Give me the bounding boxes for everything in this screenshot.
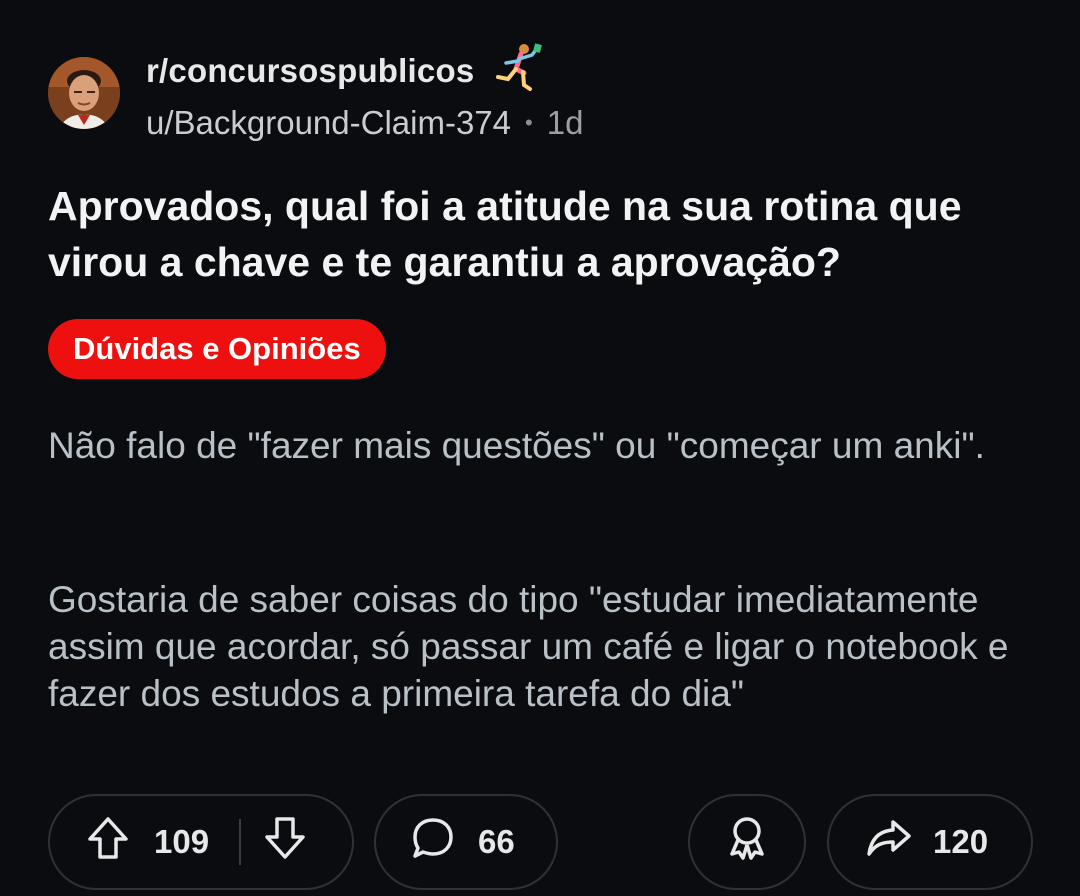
award-icon — [726, 814, 768, 870]
subreddit-name[interactable]: r/concursospublicos — [146, 52, 474, 90]
vote-pill: 109 — [48, 794, 354, 890]
author-line: u/Background-Claim-374 • 1d — [146, 104, 583, 142]
action-bar: 109 66 120 — [48, 794, 1038, 892]
share-arrow-icon — [865, 818, 913, 866]
speech-bubble-icon — [410, 815, 456, 869]
upvote-count: 109 — [154, 823, 210, 860]
comments-button[interactable]: 66 — [374, 794, 558, 890]
arrow-up-icon[interactable] — [86, 815, 130, 869]
post-age: 1d — [546, 104, 584, 141]
post-flair[interactable]: Dúvidas e Opiniões — [48, 319, 386, 379]
runner-icon — [494, 41, 544, 93]
avatar[interactable] — [48, 57, 120, 129]
subreddit-line: r/concursospublicos — [146, 43, 544, 91]
arrow-down-icon[interactable] — [263, 815, 307, 869]
post-title[interactable]: Aprovados, qual foi a atitude na sua rot… — [48, 178, 1038, 290]
separator-dot: • — [525, 110, 533, 135]
vote-divider — [239, 819, 242, 865]
share-count: 120 — [933, 823, 989, 860]
share-button[interactable]: 120 — [827, 794, 1033, 890]
award-button[interactable] — [688, 794, 806, 890]
comment-count: 66 — [478, 823, 515, 860]
author-name[interactable]: u/Background-Claim-374 — [146, 104, 511, 142]
post-body-paragraph-2: Gostaria de saber coisas do tipo "estuda… — [48, 579, 1009, 714]
post-body-paragraph-1: Não falo de "fazer mais questões" ou "co… — [48, 425, 985, 466]
post-header: r/concursospublicos u/Background-Claim-3… — [48, 43, 1028, 142]
